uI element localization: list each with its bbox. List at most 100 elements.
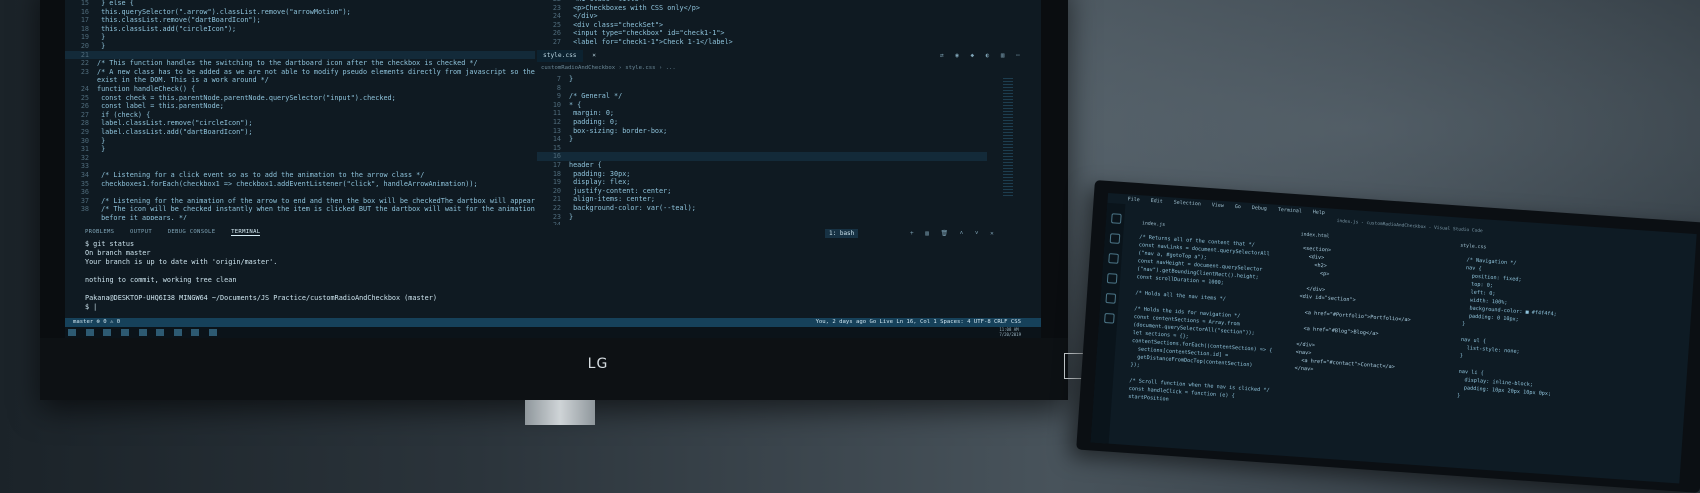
code-text: /* A new class has to be added as we are… [97, 67, 535, 76]
code-line[interactable]: 11 margin: 0; [537, 109, 987, 118]
tab-output[interactable]: OUTPUT [130, 229, 152, 235]
code-line[interactable]: 23 /* A new class has to be added as we a… [65, 68, 535, 77]
menu-file[interactable]: File [1128, 196, 1140, 203]
code-line[interactable]: 29 label.classList.add("dartBoardIcon"); [65, 128, 535, 137]
mail-icon[interactable] [173, 329, 182, 336]
breadcrumb-folder[interactable]: customRadioAndCheckbox [541, 65, 615, 71]
tab-style-css[interactable]: style.css [537, 50, 583, 62]
code-line[interactable]: 28 label.classList.remove("circleIcon"); [65, 119, 535, 128]
close-icon[interactable]: × [586, 50, 602, 62]
code-line[interactable]: 26 <input type="checkbox" id="check1-1"> [537, 29, 1041, 38]
code-line[interactable]: 17 header { [537, 161, 987, 170]
code-line[interactable]: 27 if (check) { [65, 111, 535, 120]
code-line[interactable]: 35 checkboxes1.forEach(checkbox1 => chec… [65, 180, 535, 189]
search-icon[interactable] [1109, 233, 1121, 244]
start-icon[interactable] [68, 329, 76, 336]
code-line[interactable]: 32 [65, 154, 535, 163]
code-line[interactable]: 16 [537, 152, 987, 161]
code-line[interactable]: 24 [537, 221, 987, 225]
code-line[interactable]: 38 /* The icon will be checked instantly… [65, 205, 535, 214]
code-line[interactable]: 15 [537, 144, 987, 153]
editor-actions[interactable]: ⇄ ◉ ◆ ◐ ▥ ⋯ [940, 52, 1024, 59]
store-icon[interactable] [156, 329, 165, 336]
laptop-html-code[interactable]: <section> <div> <h2> <p> </div> <div id=… [1288, 244, 1457, 383]
code-line[interactable]: 14} [537, 135, 987, 144]
menu-edit[interactable]: Edit [1151, 198, 1163, 205]
explorer-icon[interactable] [1111, 213, 1122, 224]
js-editor-pane[interactable]: 15 } else {16 this.querySelector(".arrow… [65, 0, 535, 220]
code-line[interactable]: 12 padding: 0; [537, 118, 987, 127]
menu-selection[interactable]: Selection [1174, 200, 1201, 208]
code-line[interactable]: 19 } [65, 33, 535, 42]
code-line[interactable]: 36 [65, 188, 535, 197]
clock[interactable]: 11:08 AM 7/20/2019 [999, 327, 1021, 337]
code-line[interactable]: 7} [537, 75, 987, 84]
tab-debug-console[interactable]: DEBUG CONSOLE [168, 229, 216, 235]
code-line[interactable]: 22 /* This function handles the switching… [65, 59, 535, 68]
breadcrumb-more[interactable]: ... [666, 65, 676, 71]
code-line[interactable]: 22 background-color: var(--teal); [537, 204, 987, 213]
code-line[interactable]: exist in the DOM. This is a work around … [65, 76, 535, 85]
code-line[interactable]: 21 [65, 50, 535, 60]
code-line[interactable]: 23 <p>Checkboxes with CSS only</p> [537, 4, 1041, 13]
search-icon[interactable] [85, 329, 94, 336]
code-line[interactable]: 24 </div> [537, 12, 1041, 21]
code-line[interactable]: 25 <div class="checkSet"> [537, 21, 1041, 30]
status-info[interactable]: You, 2 days ago Go Live Ln 16, Col 1 Spa… [816, 318, 1021, 327]
remote-icon[interactable] [1104, 313, 1115, 324]
minimap[interactable] [1003, 78, 1013, 198]
code-line[interactable]: 24 function handleCheck() { [65, 85, 535, 94]
menu-go[interactable]: Go [1235, 204, 1241, 210]
code-line[interactable]: 30 } [65, 137, 535, 146]
code-line[interactable]: 20 } [65, 42, 535, 51]
menu-debug[interactable]: Debug [1252, 205, 1267, 212]
code-line[interactable]: 33 [65, 162, 535, 171]
css-editor-pane[interactable]: 7} 8 9/* General */10 * {11 margin: 0; 12 pa… [537, 75, 987, 225]
code-line[interactable]: 37 /* Listening for the animation of the… [65, 197, 535, 206]
code-line[interactable]: 34 /* Listening for a click event so as … [65, 171, 535, 180]
chrome-icon[interactable] [209, 329, 217, 336]
source-control-icon[interactable] [1108, 253, 1119, 264]
laptop-js-code[interactable]: /* Returns all of the content that */ co… [1122, 233, 1293, 412]
html-editor-pane[interactable]: 22 <h1 class="title">23 <p>Checkboxes wi… [537, 0, 1041, 50]
code-line[interactable]: 19 display: flex; [537, 178, 987, 187]
code-line[interactable]: 26 const label = this.parentNode; [65, 102, 535, 111]
tab-problems[interactable]: PROBLEMS [85, 229, 114, 235]
code-line[interactable]: 16 this.querySelector(".arrow").classLis… [65, 8, 535, 17]
code-line[interactable]: 27 <label for="check1-1">Check 1-1</labe… [537, 38, 1041, 47]
laptop-css-code[interactable]: /* Navigation */ nav { position: fixed; … [1451, 256, 1690, 416]
code-line[interactable]: 8 [537, 84, 987, 93]
shell-select[interactable]: 1: bash [825, 229, 859, 238]
menu-view[interactable]: View [1212, 202, 1224, 209]
code-line[interactable]: 31 } [65, 145, 535, 154]
edge-icon[interactable] [120, 329, 129, 336]
terminal-output[interactable]: $ git status On branch master Your branc… [85, 240, 437, 312]
extensions-icon[interactable] [1105, 293, 1117, 304]
code-line[interactable]: 10 * { [537, 101, 987, 110]
code-line[interactable]: 13 box-sizing: border-box; [537, 127, 987, 136]
code-line[interactable]: before it appears. */ [65, 214, 535, 220]
tab-style-css[interactable]: style.css [1460, 244, 1486, 251]
code-line[interactable]: 25 const check = this.parentNode.parentN… [65, 94, 535, 103]
code-line[interactable]: 18 this.classList.add("circleIcon"); [65, 25, 535, 34]
code-line[interactable]: 23} [537, 213, 987, 222]
vscode-icon[interactable] [191, 329, 200, 336]
code-line[interactable]: 20 justify-content: center; [537, 187, 987, 196]
task-view-icon[interactable] [103, 329, 112, 336]
status-branch[interactable]: master ⊗ 0 ⚠ 0 [73, 319, 120, 325]
code-line[interactable]: 21 align-items: center; [537, 195, 987, 204]
menu-terminal[interactable]: Terminal [1278, 207, 1302, 215]
menu-help[interactable]: Help [1313, 209, 1325, 216]
folder-icon[interactable] [138, 329, 147, 336]
panel-actions[interactable]: + ▥ 🗑 ˄ ˅ ✕ [910, 230, 998, 237]
code-text: background-color: var(--teal); [569, 204, 696, 212]
tab-index-html[interactable]: index.html [1300, 232, 1329, 239]
tab-index-js[interactable]: index.js [1142, 221, 1165, 228]
tab-terminal[interactable]: TERMINAL [231, 229, 261, 236]
code-line[interactable]: 18 padding: 30px; [537, 170, 987, 179]
code-line[interactable]: 17 this.classList.remove("dartBoardIcon"… [65, 16, 535, 25]
breadcrumb-file[interactable]: style.css [625, 65, 655, 71]
code-line[interactable]: 9 /* General */ [537, 92, 987, 101]
code-line[interactable]: 15 } else { [65, 0, 535, 8]
debug-icon[interactable] [1106, 273, 1118, 284]
